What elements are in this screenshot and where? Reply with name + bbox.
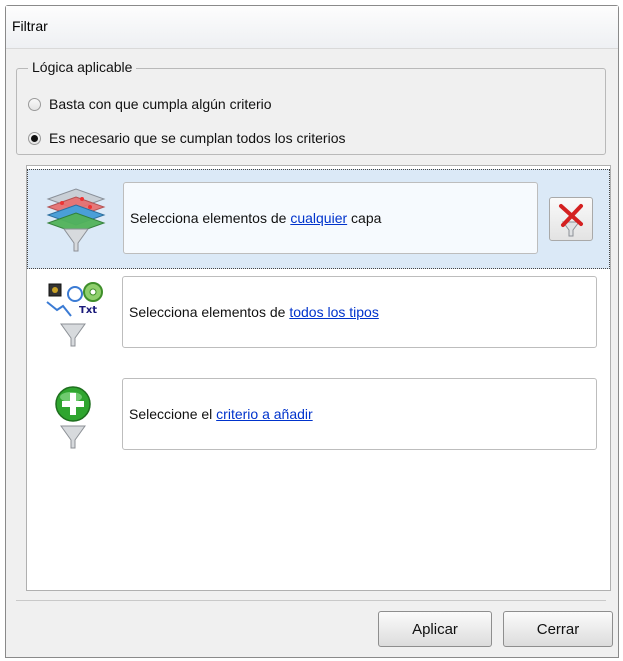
layer-link[interactable]: cualquier	[290, 210, 347, 226]
criterion-row-add[interactable]: Seleccione el criterio a añadir	[27, 378, 610, 478]
criterion-add-prefix: Seleccione el	[129, 406, 217, 422]
radio-any[interactable]	[28, 97, 41, 111]
add-criterion-icon	[55, 386, 91, 449]
svg-text:Txt: Txt	[79, 305, 97, 316]
delete-filter-icon	[559, 204, 583, 237]
types-link[interactable]: todos los tipos	[289, 304, 379, 320]
criterion-layer-suffix: capa	[347, 210, 382, 226]
criterion-row-type[interactable]: Txt Selecciona elementos de todos los ti…	[27, 276, 610, 376]
criterion-box-layer[interactable]: Selecciona elementos de cualquier capa	[123, 182, 538, 254]
element-types-filter-icon: Txt	[46, 282, 103, 347]
radio-option-any[interactable]: Basta con que cumpla algún criterio	[28, 96, 272, 112]
close-button[interactable]: Cerrar	[503, 611, 613, 647]
radio-all[interactable]	[28, 131, 41, 145]
criterion-box-type[interactable]: Selecciona elementos de todos los tipos	[122, 276, 597, 348]
logic-group-legend: Lógica aplicable	[28, 59, 137, 75]
radio-any-label[interactable]: Basta con que cumpla algún criterio	[49, 96, 272, 112]
criterion-row-layer[interactable]: Selecciona elementos de cualquier capa	[27, 169, 610, 269]
criteria-list[interactable]: Selecciona elementos de cualquier capa T…	[26, 165, 611, 591]
title-bar[interactable]: Filtrar	[6, 6, 618, 49]
radio-option-all[interactable]: Es necesario que se cumplan todos los cr…	[28, 130, 345, 146]
dialog-title: Filtrar	[12, 18, 48, 34]
add-criterion-link[interactable]: criterio a añadir	[216, 406, 313, 422]
delete-criterion-button[interactable]	[549, 197, 593, 241]
criterion-layer-prefix: Selecciona elementos de	[130, 210, 291, 226]
criterion-box-add[interactable]: Seleccione el criterio a añadir	[122, 378, 597, 450]
footer-separator	[16, 600, 606, 601]
radio-all-label[interactable]: Es necesario que se cumplan todos los cr…	[49, 130, 345, 146]
layers-filter-icon	[46, 188, 106, 252]
criterion-type-prefix: Selecciona elementos de	[129, 304, 290, 320]
apply-button[interactable]: Aplicar	[378, 611, 492, 647]
